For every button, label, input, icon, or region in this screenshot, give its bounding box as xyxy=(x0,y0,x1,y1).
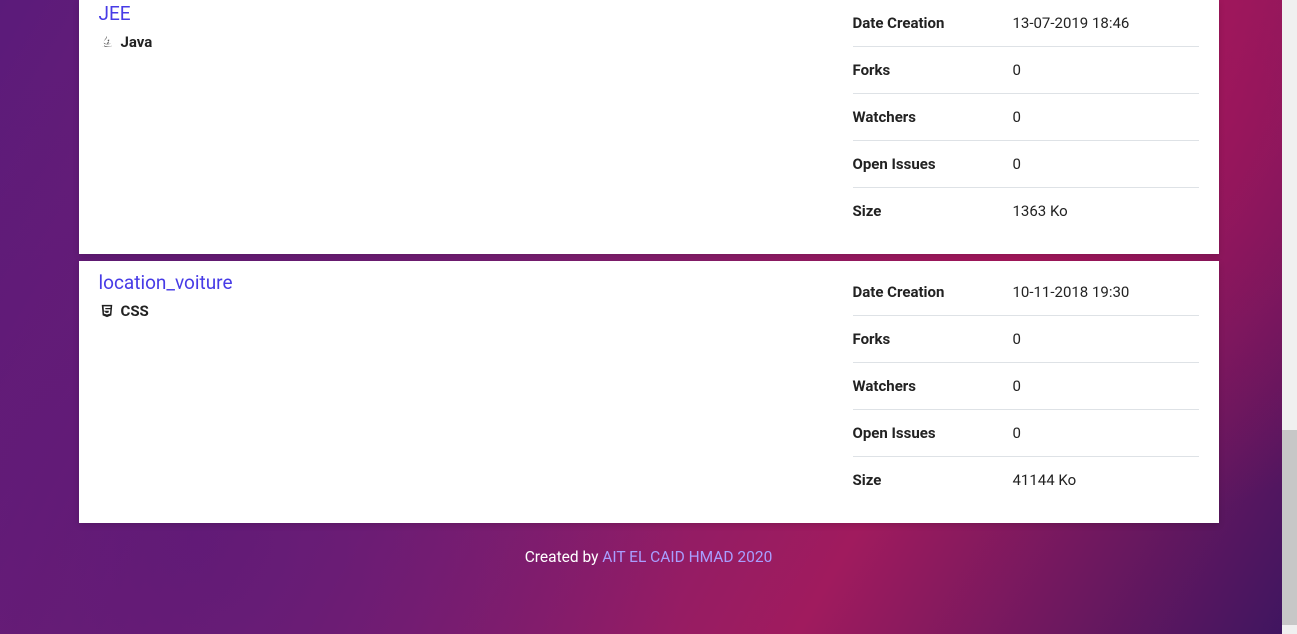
language-label: Java xyxy=(121,33,153,51)
repo-left-column: location_voiture CSS xyxy=(99,269,853,503)
stat-row-issues: Open Issues 0 xyxy=(853,409,1199,456)
stat-value: 0 xyxy=(1013,61,1021,79)
stat-value: 0 xyxy=(1013,424,1021,442)
stat-value: 0 xyxy=(1013,377,1021,395)
repo-left-column: JEE Java xyxy=(99,0,853,234)
stat-label: Watchers xyxy=(853,108,1013,126)
language-row: Java xyxy=(99,33,853,51)
stat-value: 10-11-2018 19:30 xyxy=(1013,283,1130,301)
repo-title-link[interactable]: location_voiture xyxy=(99,271,233,294)
scrollbar-thumb[interactable] xyxy=(1282,430,1297,625)
css-icon xyxy=(99,303,115,319)
stat-row-forks: Forks 0 xyxy=(853,46,1199,93)
repo-stats-table: Date Creation 13-07-2019 18:46 Forks 0 W… xyxy=(853,0,1199,234)
stat-label: Date Creation xyxy=(853,283,1013,301)
stat-value: 13-07-2019 18:46 xyxy=(1013,14,1130,32)
language-label: CSS xyxy=(121,302,149,320)
stat-row-watchers: Watchers 0 xyxy=(853,362,1199,409)
stat-row-issues: Open Issues 0 xyxy=(853,140,1199,187)
stat-row-size: Size 1363 Ko xyxy=(853,187,1199,234)
stat-value: 0 xyxy=(1013,155,1021,173)
stat-label: Open Issues xyxy=(853,424,1013,442)
stat-label: Open Issues xyxy=(853,155,1013,173)
stat-label: Size xyxy=(853,202,1013,220)
stat-label: Forks xyxy=(853,330,1013,348)
stat-label: Size xyxy=(853,471,1013,489)
repo-card: JEE Java Date Creation 13-07-2019 18:46 … xyxy=(79,0,1219,254)
stat-label: Forks xyxy=(853,61,1013,79)
stat-value: 1363 Ko xyxy=(1013,202,1068,220)
stat-row-watchers: Watchers 0 xyxy=(853,93,1199,140)
footer-prefix: Created by xyxy=(525,548,603,566)
stat-value: 0 xyxy=(1013,108,1021,126)
stat-value: 0 xyxy=(1013,330,1021,348)
repo-stats-table: Date Creation 10-11-2018 19:30 Forks 0 W… xyxy=(853,269,1199,503)
language-row: CSS xyxy=(99,302,853,320)
stat-row-date: Date Creation 10-11-2018 19:30 xyxy=(853,269,1199,315)
repo-title-link[interactable]: JEE xyxy=(99,2,131,25)
main-content: JEE Java Date Creation 13-07-2019 18:46 … xyxy=(79,0,1219,594)
repo-card: location_voiture CSS Date Creation 10-11… xyxy=(79,261,1219,523)
footer-author-link[interactable]: AIT EL CAID HMAD 2020 xyxy=(602,548,772,566)
stat-label: Watchers xyxy=(853,377,1013,395)
stat-row-date: Date Creation 13-07-2019 18:46 xyxy=(853,0,1199,46)
footer: Created by AIT EL CAID HMAD 2020 xyxy=(79,530,1219,594)
stat-label: Date Creation xyxy=(853,14,1013,32)
java-icon xyxy=(99,34,115,50)
stat-value: 41144 Ko xyxy=(1013,471,1077,489)
stat-row-size: Size 41144 Ko xyxy=(853,456,1199,503)
stat-row-forks: Forks 0 xyxy=(853,315,1199,362)
